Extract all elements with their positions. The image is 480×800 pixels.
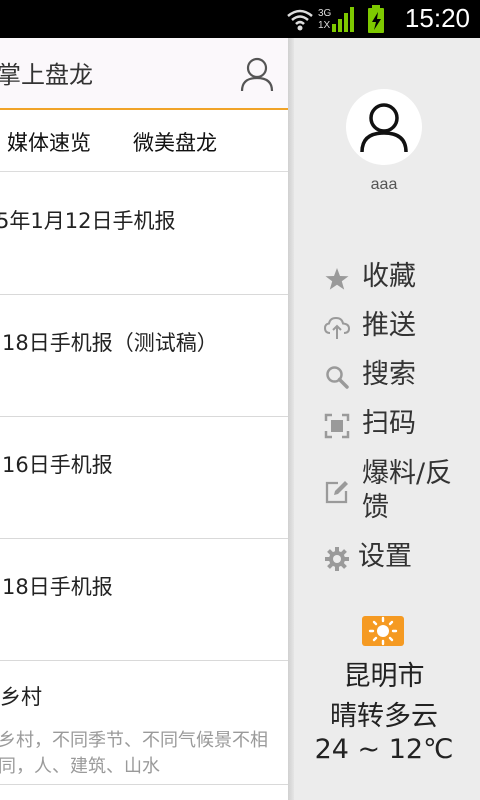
menu-item-label: 收藏 (362, 261, 416, 292)
user-icon (240, 57, 274, 92)
sun-icon (368, 616, 398, 646)
status-bar: 3G 1X 15:20 (0, 0, 480, 38)
wifi-signal-battery-icons: 3G 1X (287, 5, 384, 33)
network-sub-label: 1X (318, 20, 331, 31)
weather-temperature: 24 ~ 12℃ (314, 734, 454, 765)
search-icon (326, 366, 349, 389)
user-avatar-icon (360, 103, 408, 153)
scan-icon (324, 413, 350, 439)
menu-item-label: 爆料/反馈 (362, 458, 453, 523)
list-item[interactable]: 18日手机报（测试稿） (0, 295, 290, 417)
list-item[interactable]: 5年1月12日手机报 (0, 173, 290, 295)
list-item[interactable]: 乡村 乡村，不同季节、不同气候景不相同，人、建筑、山水 (0, 661, 290, 785)
weather-city: 昆明市 (343, 661, 425, 692)
list-item-title: 16日手机报 (2, 453, 113, 477)
username: aaa (370, 176, 398, 193)
menu-item-label: 推送 (362, 310, 416, 341)
avatar[interactable] (346, 89, 422, 165)
gear-icon (325, 547, 349, 571)
app-header: 掌上盘龙 (0, 38, 290, 110)
weather-condition: 晴转多云 (330, 701, 438, 732)
tab-panlong-micro[interactable]: 微美盘龙 (133, 127, 217, 157)
list-item-title: 18日手机报 (2, 575, 113, 599)
list-item-title: 5年1月12日手机报 (0, 209, 176, 233)
menu-item-label: 扫码 (362, 408, 416, 439)
tab-bar: 媒体速览 微美盘龙 (0, 112, 290, 172)
list-item-title: 18日手机报（测试稿） (2, 331, 218, 355)
status-time: 15:20 (404, 3, 470, 33)
main-panel: 掌上盘龙 媒体速览 微美盘龙 5年1月12日手机报 18日手机报（测试稿） 16… (0, 38, 290, 800)
status-icons: 3G 1X (286, 4, 396, 34)
network-type-label: 3G (318, 8, 332, 19)
user-profile-button[interactable] (240, 56, 274, 92)
menu-item-report-feedback[interactable]: 爆料/反馈 (324, 457, 474, 527)
cloud-upload-icon (324, 316, 350, 339)
list-item[interactable]: 18日手机报 (0, 539, 290, 661)
star-icon (325, 268, 349, 290)
edit-icon (325, 481, 348, 504)
list-item-title: 乡村 (0, 685, 42, 709)
list-item-subtitle: 乡村，不同季节、不同气候景不相同，人、建筑、山水 (0, 730, 268, 777)
list-item[interactable]: 16日手机报 (0, 417, 290, 539)
weather-badge (362, 616, 404, 646)
menu-item-label: 搜索 (362, 359, 416, 390)
menu-item-label: 设置 (358, 541, 412, 572)
side-drawer: aaa 收藏 推送 搜索 扫码 爆料/反馈 设置 昆明市 晴转多云 24 ~ 1… (294, 38, 480, 800)
tab-media-overview[interactable]: 媒体速览 (7, 127, 91, 157)
app-title: 掌上盘龙 (0, 61, 93, 89)
